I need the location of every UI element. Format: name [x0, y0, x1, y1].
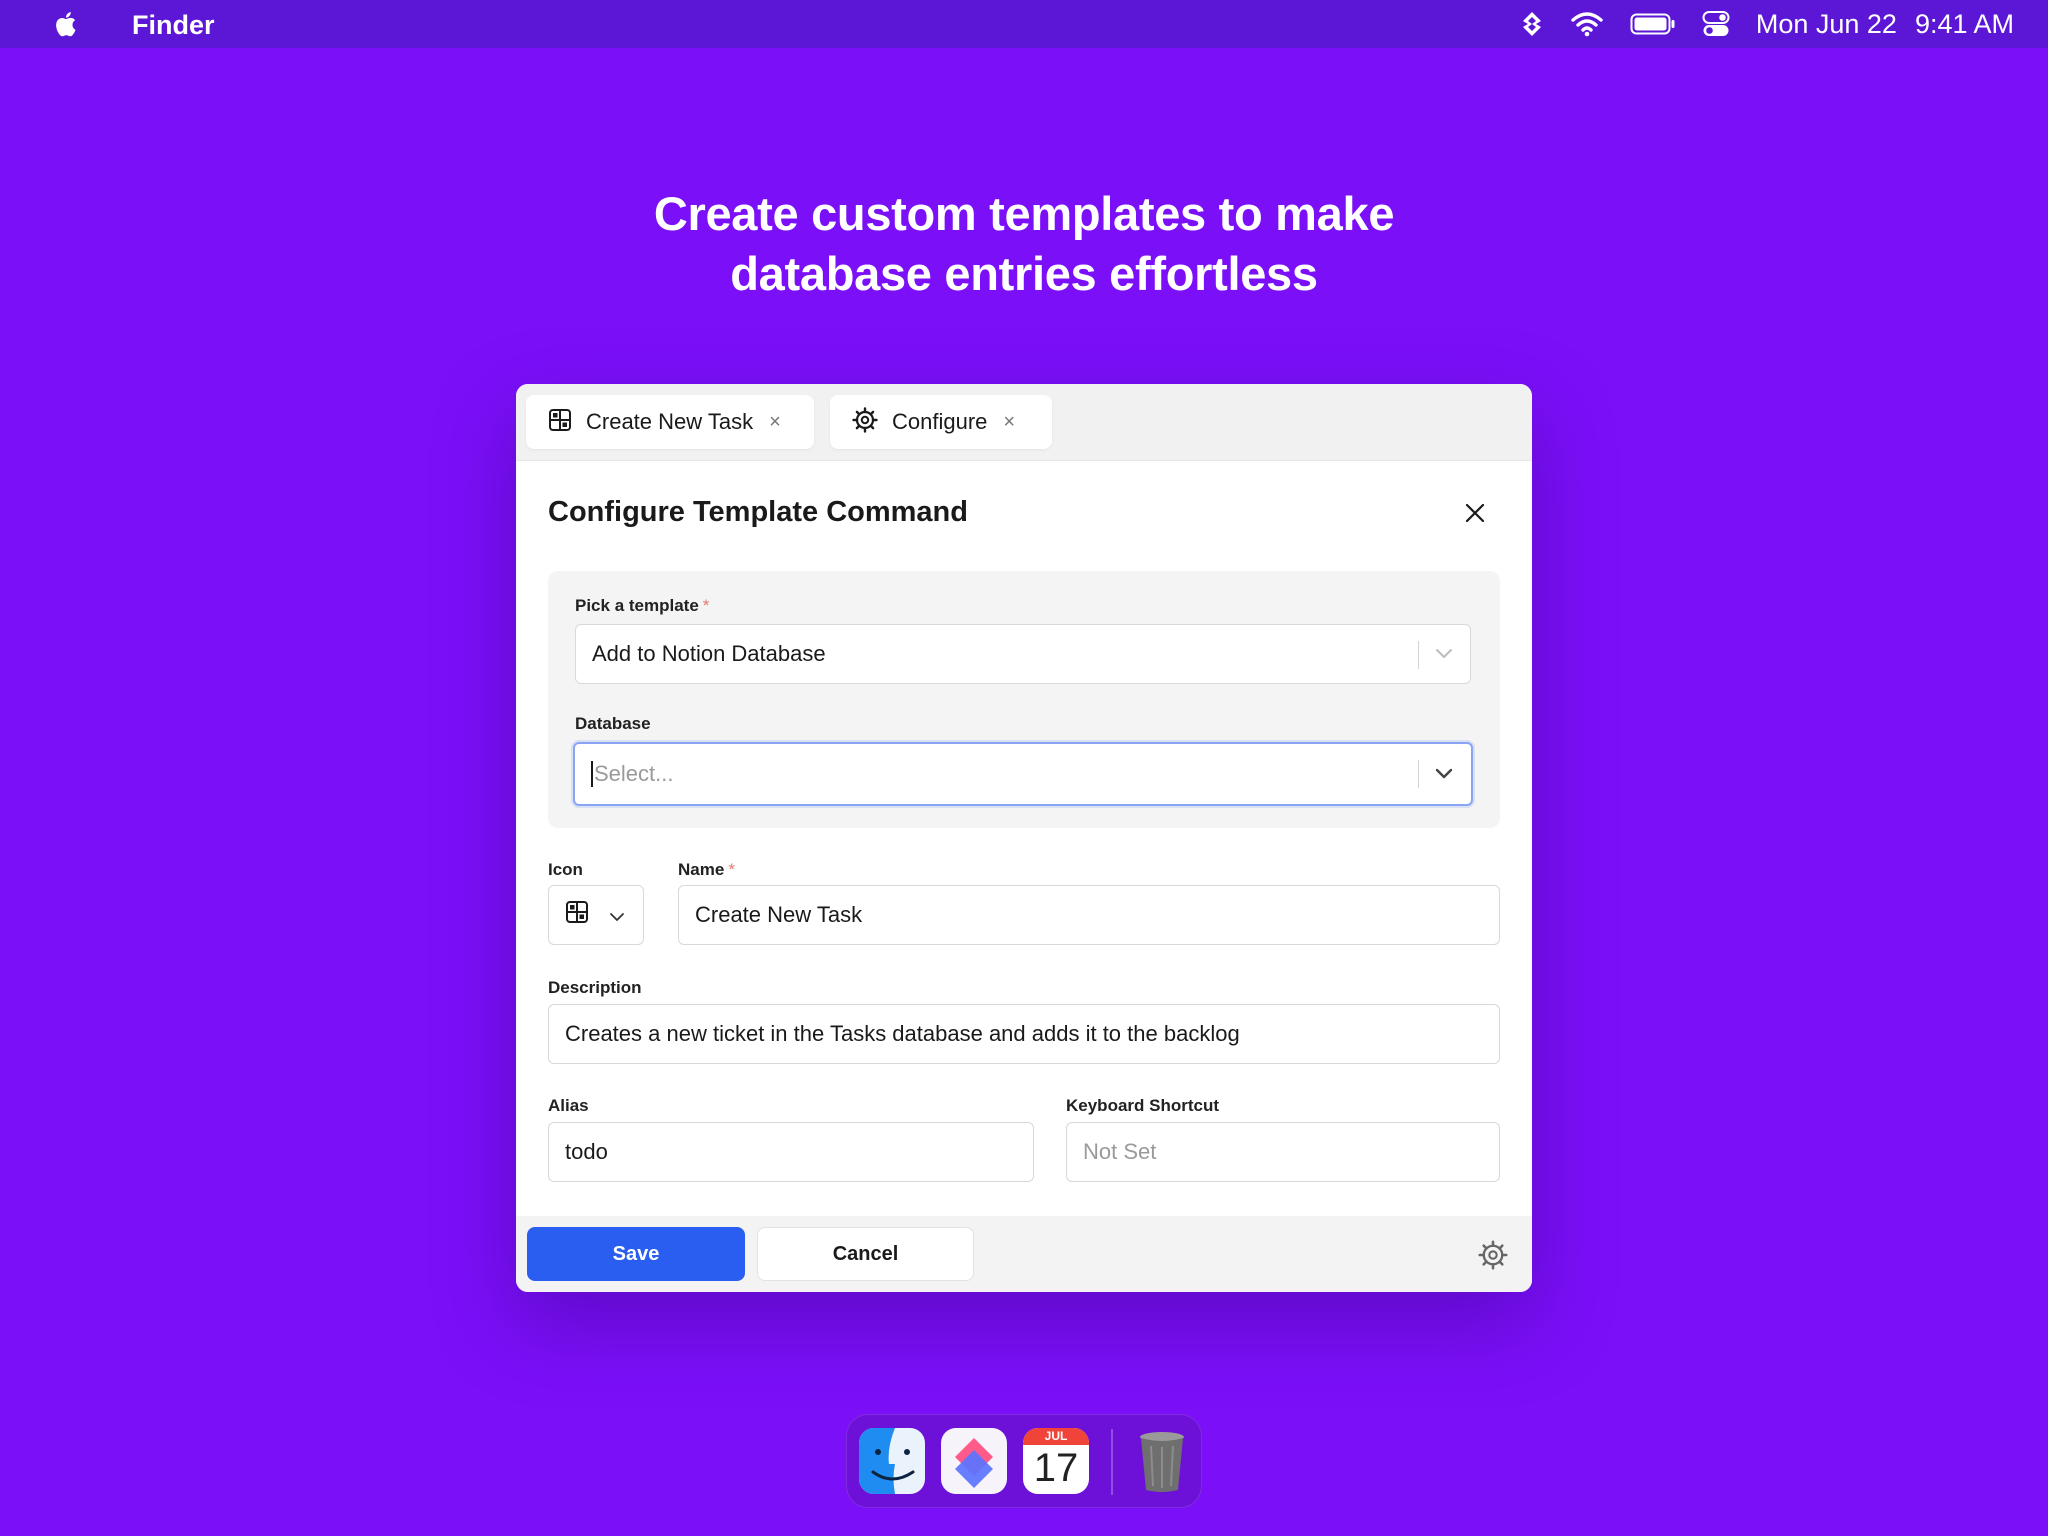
template-group: Pick a template * Add to Notion Database …	[548, 571, 1500, 828]
menu-clock[interactable]: Mon Jun 22 9:41 AM	[1756, 9, 2014, 40]
tab-create-new-task[interactable]: Create New Task ×	[526, 395, 814, 449]
text-cursor	[591, 761, 593, 787]
select-divider	[1418, 760, 1419, 788]
battery-icon[interactable]	[1630, 13, 1676, 35]
cancel-button[interactable]: Cancel	[757, 1227, 974, 1281]
action-bar: Save Cancel	[516, 1216, 1532, 1292]
description-label: Description	[548, 978, 642, 997]
icon-picker[interactable]	[548, 885, 644, 945]
trash-icon[interactable]	[1129, 1428, 1195, 1494]
dock-separator	[1111, 1429, 1113, 1495]
configure-window: Create New Task × Configure × Configure …	[516, 384, 1532, 1292]
grid-icon	[548, 408, 572, 437]
save-button[interactable]: Save	[527, 1227, 745, 1281]
database-label: Database	[575, 714, 651, 733]
icon-label: Icon	[548, 860, 583, 879]
control-center-icon[interactable]	[1702, 10, 1730, 38]
settings-gear-icon[interactable]	[1478, 1240, 1508, 1275]
name-label: Name *	[678, 860, 735, 879]
tab-label: Create New Task	[586, 409, 754, 434]
tab-configure[interactable]: Configure ×	[830, 395, 1052, 449]
description-input[interactable]: Creates a new ticket in the Tasks databa…	[548, 1004, 1500, 1064]
shortcuts-icon[interactable]	[941, 1428, 1007, 1494]
chevron-down-icon[interactable]	[1434, 744, 1454, 804]
apple-icon[interactable]	[52, 9, 82, 39]
chevron-down-icon	[609, 902, 625, 928]
dialog-title: Configure Template Command	[548, 496, 968, 528]
close-icon[interactable]: ×	[1003, 411, 1015, 434]
wifi-icon[interactable]	[1570, 11, 1604, 37]
alias-value: todo	[565, 1139, 608, 1164]
dock: JUL 17	[846, 1414, 1202, 1508]
marketing-headline: Create custom templates to make database…	[0, 184, 2048, 304]
shortcut-label: Keyboard Shortcut	[1066, 1096, 1220, 1115]
name-value: Create New Task	[695, 902, 863, 927]
headline-line-2: database entries effortless	[730, 247, 1318, 300]
calendar-day: 17	[1033, 1446, 1079, 1490]
alias-input[interactable]: todo	[548, 1122, 1034, 1182]
grid-icon	[565, 900, 589, 930]
template-select[interactable]: Add to Notion Database	[575, 624, 1471, 684]
name-input[interactable]: Create New Task	[678, 885, 1500, 945]
tab-label: Configure	[892, 409, 988, 434]
database-select[interactable]: Select...	[573, 742, 1473, 806]
finder-icon[interactable]	[859, 1428, 925, 1494]
headline-line-1: Create custom templates to make	[653, 187, 1395, 240]
chevron-down-icon[interactable]	[1434, 625, 1454, 683]
raycast-icon[interactable]	[1520, 11, 1544, 37]
close-icon[interactable]: ×	[769, 411, 781, 434]
menu-bar: Finder Mon Jun 22 9:41 AM	[0, 0, 2048, 48]
keyboard-shortcut-recorder[interactable]: Not Set	[1066, 1122, 1500, 1182]
template-value: Add to Notion Database	[592, 641, 826, 666]
database-placeholder: Select...	[594, 761, 674, 786]
select-divider	[1418, 641, 1419, 669]
alias-label: Alias	[548, 1096, 589, 1115]
template-label: Pick a template *	[575, 596, 710, 615]
active-app-name[interactable]: Finder	[132, 10, 215, 41]
calendar-month: JUL	[1023, 1428, 1089, 1445]
description-value: Creates a new ticket in the Tasks databa…	[565, 1021, 1240, 1046]
gear-icon	[852, 406, 878, 438]
shortcut-placeholder: Not Set	[1083, 1139, 1157, 1164]
tab-bar: Create New Task × Configure ×	[516, 384, 1532, 461]
close-icon[interactable]	[1464, 502, 1486, 529]
calendar-icon[interactable]: JUL 17	[1023, 1428, 1089, 1494]
